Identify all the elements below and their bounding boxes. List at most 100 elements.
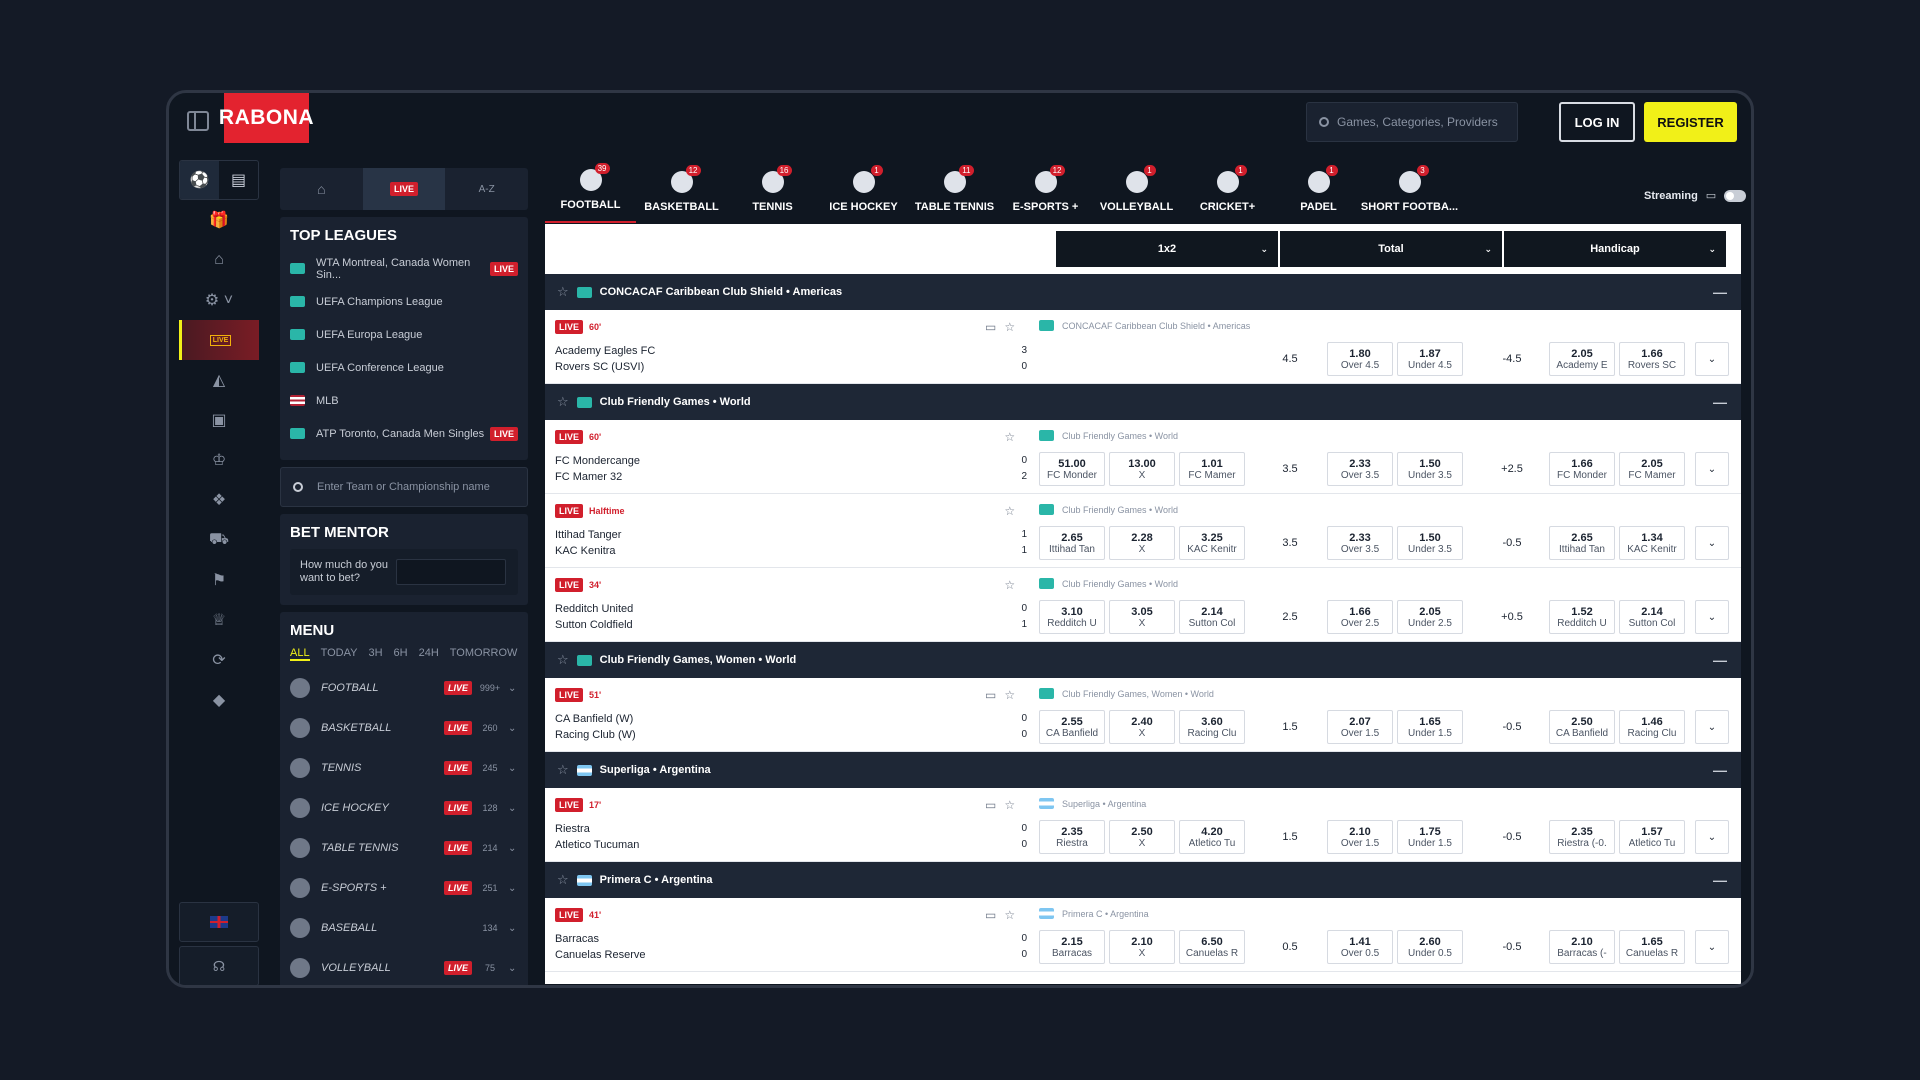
menu-filter-24h[interactable]: 24H [419,647,439,661]
top-league-item[interactable]: MLB [290,384,518,417]
odd-button[interactable]: 2.07 Over 1.5 [1327,710,1393,744]
trophy-icon[interactable]: ♔ [179,440,259,480]
tab-home[interactable]: ⌂ [280,168,363,210]
expand-markets-button[interactable]: ⌄ [1695,342,1729,376]
team-search-input[interactable]: Enter Team or Championship name [280,467,528,507]
flag-icon[interactable]: ⚑ [179,560,259,600]
sport-tab-short-footba[interactable]: 3 SHORT FOOTBA... [1361,160,1458,223]
odd-button[interactable]: 2.35 Riestra [1039,820,1105,854]
menu-item[interactable]: ICE HOCKEY LIVE 128 ⌄ [290,788,518,828]
menu-filter-today[interactable]: TODAY [321,647,358,661]
star-icon[interactable]: ☆ [1004,908,1015,922]
odd-button[interactable]: 2.50 X [1109,820,1175,854]
collapse-icon[interactable]: — [1713,872,1727,888]
home-icon[interactable]: ⌂ [179,240,259,280]
odd-button[interactable]: 2.10 X [1109,930,1175,964]
market-select-total[interactable]: Total ⌄ [1280,231,1502,267]
menu-filter-3h[interactable]: 3H [368,647,382,661]
menu-item[interactable]: TABLE TENNIS LIVE 214 ⌄ [290,828,518,868]
sidebar-toggle-icon[interactable] [187,111,209,131]
language-button[interactable] [179,902,259,942]
market-select-handicap[interactable]: Handicap ⌄ [1504,231,1726,267]
chevron-down-icon[interactable]: ⌄ [508,963,518,974]
expand-markets-button[interactable]: ⌄ [1695,600,1729,634]
tab-live[interactable]: LIVE [362,168,446,210]
league-header[interactable]: ☆ Club Friendly Games, Women • World — [545,642,1741,678]
odd-button[interactable]: 2.40 X [1109,710,1175,744]
star-icon[interactable]: ☆ [1004,504,1015,518]
menu-filter-all[interactable]: ALL [290,647,310,661]
chevron-down-icon[interactable]: ⌄ [508,803,518,814]
chevron-down-icon[interactable]: ⌄ [508,763,518,774]
match-teams[interactable]: Riestra Atletico Tucuman [555,821,639,853]
menu-item[interactable]: BASKETBALL LIVE 260 ⌄ [290,708,518,748]
menu-item[interactable]: BASEBALL 134 ⌄ [290,908,518,948]
refresh-icon[interactable]: ⟳ [179,640,259,680]
odd-button[interactable]: 2.55 CA Banfield [1039,710,1105,744]
chevron-down-icon[interactable]: ⌄ [508,843,518,854]
sport-tab-cricket[interactable]: 1 CRICKET+ [1182,160,1273,223]
match-teams[interactable]: Barracas Canuelas Reserve [555,931,646,963]
odd-button[interactable]: 2.65 Ittihad Tan [1549,526,1615,560]
menu-item[interactable]: FOOTBALL LIVE 999+ ⌄ [290,668,518,708]
tab-az[interactable]: A-Z [445,168,528,210]
odd-button[interactable]: 1.65 Under 1.5 [1397,710,1463,744]
odd-button[interactable]: 1.66 FC Monder [1549,452,1615,486]
star-icon[interactable]: ☆ [1004,688,1015,702]
league-header[interactable]: ☆ CONCACAF Caribbean Club Shield • Americ… [545,274,1741,310]
top-league-item[interactable]: ATP Toronto, Canada Men Singles LIVE [290,417,518,450]
odd-button[interactable]: 1.65 Canuelas R [1619,930,1685,964]
expand-markets-button[interactable]: ⌄ [1695,820,1729,854]
sport-tab-e-sports[interactable]: 12 E-SPORTS + [1000,160,1091,223]
odd-button[interactable]: 1.75 Under 1.5 [1397,820,1463,854]
match-teams[interactable]: Academy Eagles FC Rovers SC (USVI) [555,343,655,375]
match-teams[interactable]: CA Banfield (W) Racing Club (W) [555,711,636,743]
star-icon[interactable]: ☆ [557,394,569,410]
cup-icon[interactable]: ♕ [179,600,259,640]
chevron-down-icon[interactable]: ⌄ [508,683,518,694]
diamond-icon[interactable]: ◆ [179,680,259,720]
bet-amount-input[interactable] [396,559,506,585]
login-button[interactable]: LOG IN [1559,102,1635,142]
sport-tab-ice-hockey[interactable]: 1 ICE HOCKEY [818,160,909,223]
virtual-icon[interactable]: ◭ [179,360,259,400]
register-button[interactable]: REGISTER [1644,102,1737,142]
monitor-icon[interactable]: ▣ [179,400,259,440]
odd-button[interactable]: 1.87 Under 4.5 [1397,342,1463,376]
odd-button[interactable]: 6.50 Canuelas R [1179,930,1245,964]
collapse-icon[interactable]: — [1713,394,1727,410]
expand-markets-button[interactable]: ⌄ [1695,452,1729,486]
menu-filter-tomorrow[interactable]: TOMORROW [450,647,518,661]
chevron-down-icon[interactable]: ⌄ [508,923,518,934]
expand-markets-button[interactable]: ⌄ [1695,526,1729,560]
support-button[interactable]: ☊ [179,946,259,985]
live-icon[interactable]: LIVE [179,320,259,360]
match-teams[interactable]: Redditch United Sutton Coldfield [555,601,633,633]
logo[interactable]: RABONA [219,93,314,143]
sport-tab-volleyball[interactable]: 1 VOLLEYBALL [1091,160,1182,223]
market-select-1x2[interactable]: 1x2 ⌄ [1056,231,1278,267]
odd-button[interactable]: 2.10 Over 1.5 [1327,820,1393,854]
sports-icon[interactable]: ⚽ [180,161,219,199]
sport-tab-padel[interactable]: 1 PADEL [1273,160,1364,223]
odd-button[interactable]: 3.05 X [1109,600,1175,634]
odd-button[interactable]: 2.65 Ittihad Tan [1039,526,1105,560]
odd-button[interactable]: 1.50 Under 3.5 [1397,452,1463,486]
chevron-down-icon[interactable]: ⌄ [508,883,518,894]
odd-button[interactable]: 2.05 Under 2.5 [1397,600,1463,634]
menu-item[interactable]: VOLLEYBALL LIVE 75 ⌄ [290,948,518,985]
odd-button[interactable]: 2.60 Under 0.5 [1397,930,1463,964]
stream-icon[interactable]: ▭ [985,320,996,334]
top-league-item[interactable]: WTA Montreal, Canada Women Sin... LIVE [290,252,518,285]
collapse-icon[interactable]: — [1713,762,1727,778]
expand-markets-button[interactable]: ⌄ [1695,930,1729,964]
sport-tab-basketball[interactable]: 12 BASKETBALL [636,160,727,223]
odd-button[interactable]: 2.15 Barracas [1039,930,1105,964]
collapse-icon[interactable]: — [1713,652,1727,668]
star-icon[interactable]: ☆ [557,284,569,300]
odd-button[interactable]: 3.10 Redditch U [1039,600,1105,634]
sports-menu-icon[interactable]: ⚙ ˅ [179,280,259,320]
cart-icon[interactable]: ⛟ [179,520,259,560]
global-search-input[interactable]: Games, Categories, Providers [1306,102,1518,142]
casino-icon[interactable]: ❖ [179,480,259,520]
